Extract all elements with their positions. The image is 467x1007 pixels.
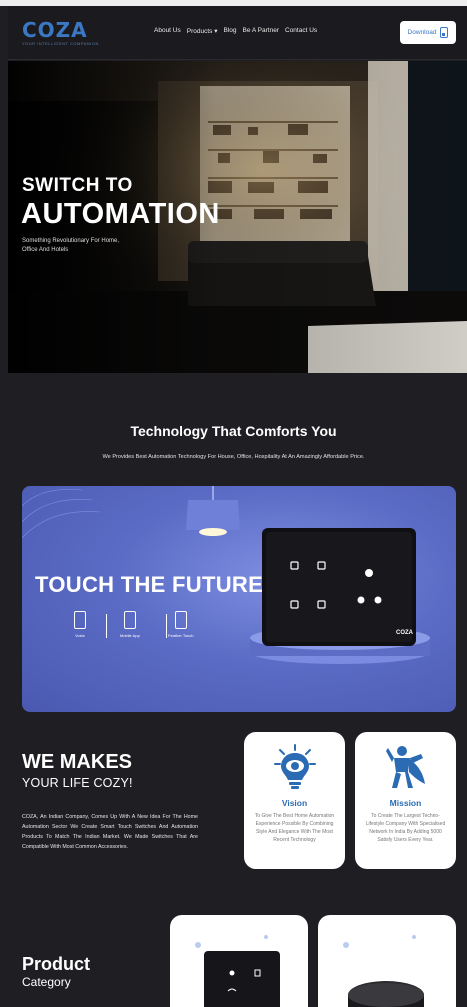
tech-subtitle: We Provides Best Automation Technology F…: [102, 454, 365, 460]
superhero-icon: [386, 746, 425, 788]
ir-remote-product-image: [343, 935, 424, 1007]
banner-title: TOUCH THE FUTURE: [35, 572, 264, 597]
voice-icon: [74, 611, 86, 629]
coza-logo[interactable]: COZA YOUR INTELLIGENT COMPANION: [22, 20, 99, 46]
vision-text: To Give The Best Home Automation Experie…: [254, 813, 335, 843]
site-header: COZA YOUR INTELLIGENT COMPANION About Us…: [8, 6, 467, 60]
logo-text: COZA: [22, 18, 88, 42]
hero-subtitle: Something Revolutionary For Home, Office…: [22, 238, 120, 253]
feature-voice-label: Voice: [75, 633, 85, 638]
about-text: COZA, An Indian Company, Comes Up With A…: [22, 814, 198, 850]
eye-bulb-icon: [274, 744, 316, 789]
feature-mobile-app: Mobile App: [120, 611, 140, 638]
touch-switch-product-image: [195, 935, 280, 1007]
phone-touch-icon: [174, 611, 187, 629]
nav-be-a-partner[interactable]: Be A Partner: [243, 27, 280, 35]
logo-tagline: YOUR INTELLIGENT COMPANION: [22, 41, 99, 46]
svg-text:COZA: COZA: [396, 630, 414, 636]
feature-divider: [166, 614, 167, 638]
vision-card: Vision To Give The Best Home Automation …: [244, 732, 345, 869]
download-label: Download: [407, 29, 437, 36]
mission-card: Mission To Create The Largest Techno-Lif…: [355, 732, 456, 869]
about-heading: WE MAKES: [22, 751, 132, 773]
feature-divider: [106, 614, 107, 638]
hero-section: SWITCH TO AUTOMATION Something Revolutio…: [8, 61, 467, 373]
smart-switch-product-image: COZA: [22, 486, 430, 664]
about-subheading: YOUR LIFE COZY!: [22, 776, 133, 790]
product-card-switch[interactable]: [170, 915, 308, 1007]
main-nav: About Us Products ▾ Blog Be A Partner Co…: [154, 27, 317, 35]
nav-about-us[interactable]: About Us: [154, 27, 181, 35]
product-subtitle: Category: [22, 975, 71, 989]
nav-blog[interactable]: Blog: [223, 27, 236, 35]
touch-the-future-banner: COZA TOUCH THE FUTURE Voice Mobile App F…: [22, 486, 456, 712]
mission-title: Mission: [389, 798, 422, 808]
phone-download-icon: [440, 27, 449, 38]
feature-voice: Voice: [74, 611, 86, 638]
nav-products[interactable]: Products ▾: [187, 27, 218, 35]
download-button[interactable]: Download: [400, 21, 456, 44]
tech-title: Technology That Comforts You: [130, 423, 337, 439]
nav-contact-us[interactable]: Contact Us: [285, 27, 317, 35]
vision-title: Vision: [281, 798, 308, 808]
hero-title-line2: AUTOMATION: [21, 198, 220, 230]
mission-text: To Create The Largest Techno-Lifestyle C…: [365, 813, 446, 843]
feature-mobile-app-label: Mobile App: [120, 633, 140, 638]
hero-title-line1: SWITCH TO: [22, 175, 133, 196]
product-title: Product: [22, 954, 91, 974]
touch-hand-icon: [123, 611, 136, 629]
feature-feather-touch-label: Feather Touch: [168, 633, 194, 638]
feature-feather-touch: Feather Touch: [168, 611, 194, 638]
page: COZA YOUR INTELLIGENT COMPANION About Us…: [0, 0, 467, 1007]
product-card-remote[interactable]: [318, 915, 456, 1007]
